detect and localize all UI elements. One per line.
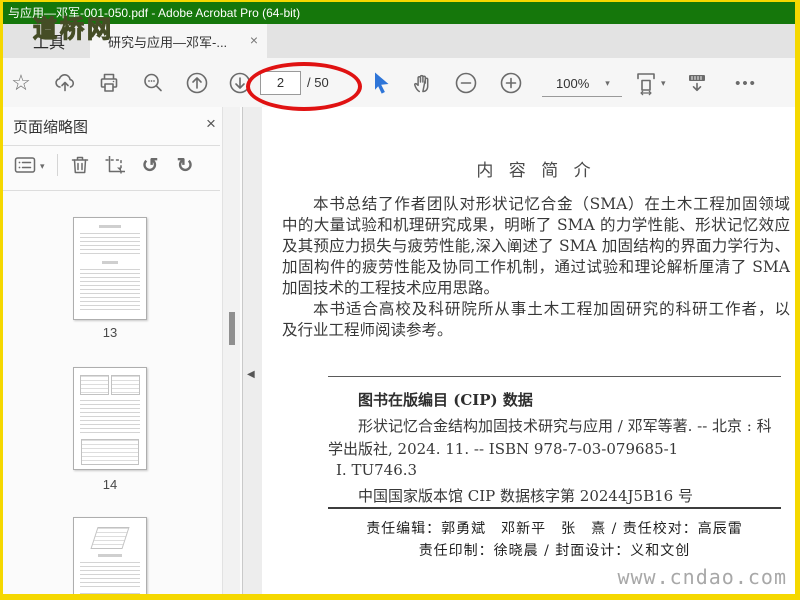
page-number-input[interactable]: 2	[260, 71, 301, 95]
credits-line: 责任印制：徐晓晨 / 封面设计：义和文创	[418, 543, 691, 559]
body-line: 及行业工程师阅读参考。	[282, 321, 453, 339]
next-page-button[interactable]	[226, 69, 254, 97]
zoom-in-icon	[500, 72, 522, 94]
body-line: 及其预应力损失与疲劳性能,深入阐述了 SMA 加固结构的界面力学行为、	[282, 237, 790, 255]
thumbnail-page-13[interactable]	[73, 217, 147, 320]
zoom-out-icon	[455, 72, 477, 94]
tab-bar: 工具 研究与应用—邓军-... ×	[3, 24, 795, 58]
close-tab-icon[interactable]: ×	[250, 32, 258, 48]
body-line: 中的大量试验和机理研究成果，明晰了 SMA 的力学性能、形状记忆效应	[282, 216, 790, 234]
body-line: 加固构件的疲劳性能及协同工作机制，通过试验和理论解析厘清了 SMA	[282, 258, 790, 276]
thumbnail-page-14[interactable]	[73, 367, 147, 470]
page-thumbnails-panel: 页面缩略图 × ▾ ↺ ↻ 13 14	[3, 107, 243, 594]
rotate-cw-icon: ↻	[176, 154, 194, 177]
close-panel-icon[interactable]: ×	[206, 114, 216, 134]
fit-width-icon	[637, 73, 655, 96]
options-icon	[14, 157, 36, 173]
page-total-label: / 50	[307, 75, 329, 90]
fit-width-chevron-icon[interactable]: ▾	[661, 78, 666, 89]
search-icon	[144, 73, 162, 92]
zoom-out-button[interactable]	[452, 69, 480, 97]
window-titlebar[interactable]: 与应用—邓军-001-050.pdf - Adobe Acrobat Pro (…	[3, 2, 795, 24]
more-tools-button[interactable]: •••	[729, 69, 763, 97]
screenshot-frame: 与应用—邓军-001-050.pdf - Adobe Acrobat Pro (…	[0, 0, 800, 600]
page-up-icon	[186, 72, 208, 94]
chevron-down-icon: ▾	[605, 78, 610, 88]
select-tool-button[interactable]	[367, 69, 395, 97]
collapse-panel-icon: ◀	[247, 369, 255, 380]
tab-document[interactable]: 研究与应用—邓军-... ×	[90, 24, 267, 58]
panel-separator	[3, 145, 220, 146]
panel-separator	[3, 190, 220, 191]
hand-icon	[414, 74, 429, 93]
printer-icon	[100, 73, 118, 92]
crop-pages-button[interactable]	[101, 151, 129, 179]
cip-heading: 图书在版编目 (CIP) 数据	[358, 391, 533, 409]
options-chevron-icon[interactable]: ▾	[40, 161, 45, 172]
body-line: 本书适合高校及科研院所从事土木工程加固研究的科研工作者，以	[313, 300, 790, 318]
tab-tools[interactable]: 工具	[9, 24, 89, 58]
panel-scrollbar[interactable]	[222, 107, 240, 594]
cip-rule-bottom	[328, 507, 781, 509]
document-page[interactable]: 内 容 简 介 本书总结了作者团队对形状记忆合金（SMA）在土木工程加固领域 中…	[262, 107, 795, 594]
zoom-level-dropdown[interactable]: 100% ▾	[542, 71, 622, 97]
thumbnail-options-button[interactable]	[11, 151, 39, 179]
document-heading: 内 容 简 介	[476, 161, 596, 181]
cip-line: 中国国家版本馆 CIP 数据核字第 20244J5B16 号	[358, 487, 693, 505]
panel-collapse-handle[interactable]: ◀	[243, 107, 262, 594]
rotate-ccw-icon: ↺	[141, 154, 159, 177]
acrobat-window: 与应用—邓军-001-050.pdf - Adobe Acrobat Pro (…	[3, 2, 795, 594]
select-arrow-icon	[375, 72, 389, 94]
page-display-button[interactable]	[683, 69, 711, 97]
previous-page-button[interactable]	[183, 69, 211, 97]
ellipsis-icon: •••	[735, 74, 757, 92]
thumbnail-label: 13	[102, 325, 118, 340]
body-line: 本书总结了作者团队对形状记忆合金（SMA）在土木工程加固领域	[313, 195, 790, 213]
thumbnail-label: 14	[102, 477, 118, 492]
panel-scrollbar-thumb[interactable]	[229, 312, 235, 345]
document-body: 本书总结了作者团队对形状记忆合金（SMA）在土木工程加固领域 中的大量试验和机理…	[282, 194, 790, 341]
credits-line: 责任编辑：郭勇斌 邓新平 张 熹 / 责任校对：高辰雷	[366, 521, 743, 537]
page-watermark: www.cndao.com	[617, 565, 787, 589]
main-toolbar: ☆ 2 / 50 100% ▾ ▾ •••	[3, 58, 795, 111]
share-button[interactable]	[51, 69, 79, 97]
thumbnail-page-15[interactable]	[73, 517, 147, 594]
rotate-left-button[interactable]: ↺	[136, 151, 164, 179]
print-button[interactable]	[95, 69, 123, 97]
zoom-level-value: 100%	[556, 76, 590, 91]
fit-width-button[interactable]	[632, 69, 660, 97]
hand-tool-button[interactable]	[409, 69, 437, 97]
search-button[interactable]	[139, 69, 167, 97]
tab-document-label: 研究与应用—邓军-...	[108, 34, 228, 50]
rotate-right-button[interactable]: ↻	[171, 151, 199, 179]
crop-icon	[105, 156, 125, 175]
body-line: 加固技术的工程技术应用思路。	[282, 279, 500, 297]
cip-line: 学出版社, 2024. 11. -- ISBN 978-7-03-079685-…	[328, 440, 679, 458]
scroll-mode-icon	[689, 75, 705, 92]
panel-title: 页面缩略图	[13, 119, 89, 136]
cip-line: 形状记忆合金结构加固技术研究与应用 / 邓军等著. -- 北京 : 科	[358, 417, 772, 435]
window-title: 与应用—邓军-001-050.pdf - Adobe Acrobat Pro (…	[8, 6, 301, 20]
panel-toolbar-separator	[57, 154, 58, 176]
cip-rule-top	[328, 376, 781, 377]
trash-icon	[71, 156, 89, 174]
favorites-button[interactable]: ☆	[7, 69, 35, 97]
page-down-icon	[229, 72, 251, 94]
zoom-in-button[interactable]	[497, 69, 525, 97]
cloud-upload-icon	[55, 74, 75, 92]
delete-pages-button[interactable]	[66, 151, 94, 179]
cip-line: Ⅰ. TU746.3	[336, 461, 418, 479]
star-icon: ☆	[11, 70, 31, 95]
